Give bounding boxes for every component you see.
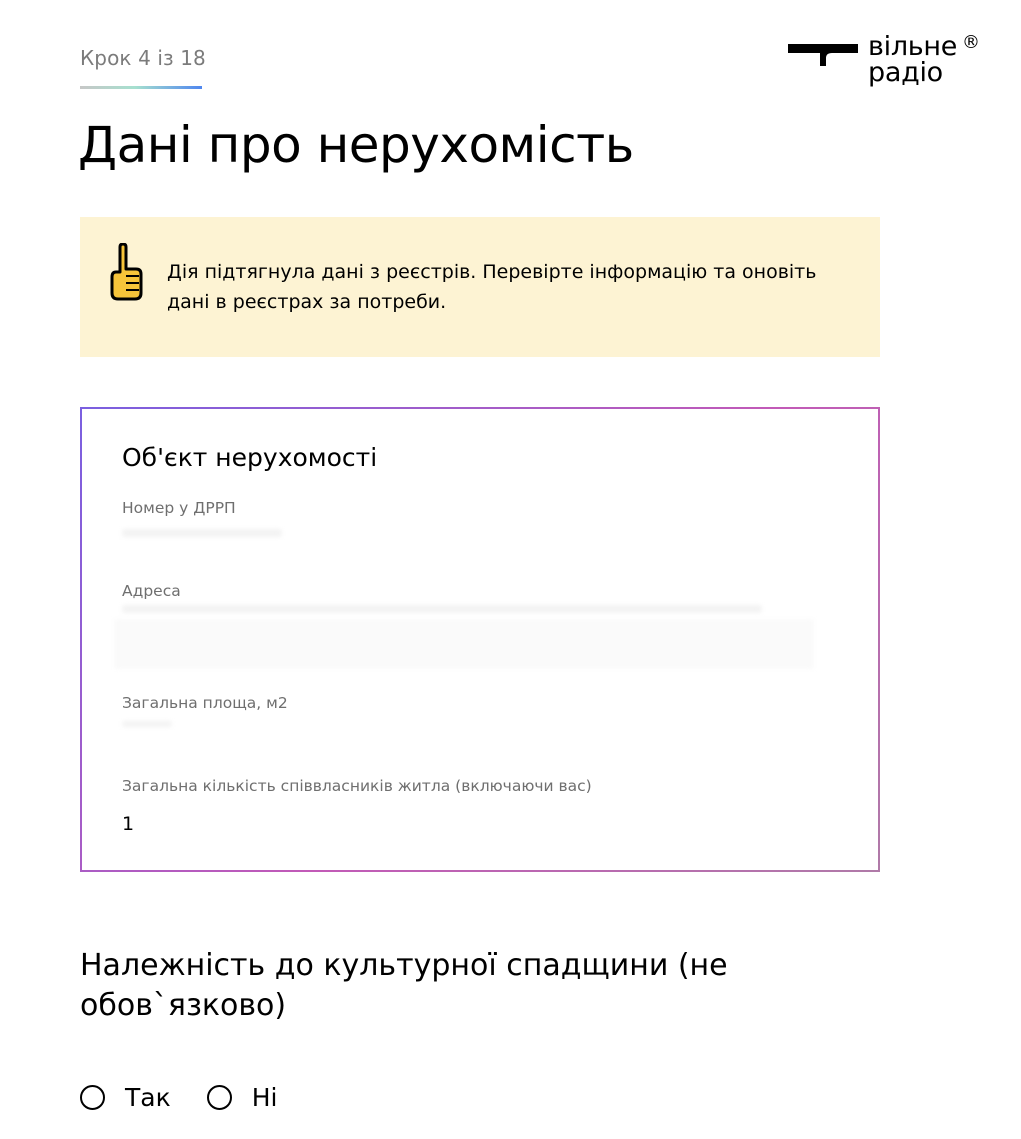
notice-text: Дія підтягнула дані з реєстрів. Перевірт…	[167, 261, 817, 313]
page-title: Дані про нерухомість	[78, 116, 634, 174]
radio-circle-icon[interactable]	[80, 1084, 105, 1110]
field-label-address: Адреса	[122, 582, 181, 600]
radio-yes[interactable]: Так	[80, 1083, 171, 1112]
property-card: Об'єкт нерухомості Номер у ДРРП Адреса З…	[80, 407, 880, 872]
step-progress-line	[80, 86, 202, 89]
logo-line-2: радіо	[868, 57, 943, 88]
heritage-radio-group: Так Ні	[80, 1080, 313, 1114]
step-counter: Крок 4 із 18	[80, 46, 206, 70]
logo-wordmark: вільне радіо	[868, 33, 957, 88]
brand-logo: вільне радіо ®	[788, 32, 988, 94]
field-value-address-extra	[114, 619, 814, 669]
field-label-total-area: Загальна площа, м2	[122, 694, 288, 712]
logo-mark-icon	[788, 44, 858, 66]
radio-no-label[interactable]: Ні	[252, 1083, 278, 1112]
pointing-up-hand-icon	[110, 243, 143, 301]
radio-yes-label[interactable]: Так	[125, 1083, 171, 1112]
registered-mark: ®	[962, 32, 980, 53]
field-value-total-area	[122, 721, 172, 727]
field-value-address	[122, 605, 762, 613]
heritage-section-title: Належність до культурної спадщини (не об…	[80, 948, 728, 1023]
field-label-co-owners: Загальна кількість співвласників житла (…	[122, 777, 592, 795]
info-notice: Дія підтягнула дані з реєстрів. Перевірт…	[80, 217, 880, 357]
radio-circle-icon[interactable]	[206, 1084, 232, 1110]
radio-no[interactable]: Ні	[206, 1083, 278, 1112]
field-label-drrp-number: Номер у ДРРП	[122, 499, 236, 517]
card-title: Об'єкт нерухомості	[122, 443, 378, 472]
field-value-drrp-number	[122, 529, 282, 537]
field-value-co-owners: 1	[122, 813, 135, 835]
